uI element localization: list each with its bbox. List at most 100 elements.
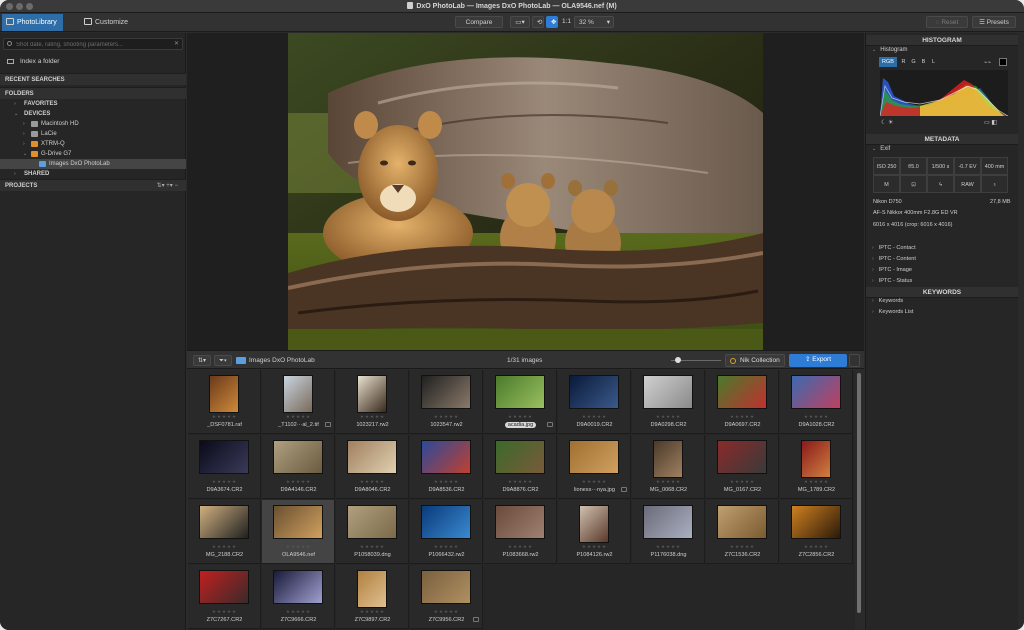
thumbnail-image[interactable]	[347, 505, 397, 539]
sort-button[interactable]: ⇅▾	[193, 355, 211, 366]
rating-stars[interactable]: ★★★★★	[632, 544, 705, 550]
thumbnail-image[interactable]	[717, 440, 767, 474]
zoom-select[interactable]: 32 % ▾	[574, 16, 614, 28]
thumbnail-item[interactable]: ★★★★★ D9A8876.CR2	[484, 435, 557, 499]
nik-collection-button[interactable]: Nik Collection	[725, 354, 785, 367]
thumbnail-item[interactable]: ★★★★★ MG_0068.CR2	[632, 435, 705, 499]
thumbnail-item[interactable]: ★★★★★ lioness···nya.jpg	[558, 435, 631, 499]
index-folder-button[interactable]: Index a folder	[0, 55, 186, 68]
rating-stars[interactable]: ★★★★★	[410, 479, 483, 485]
right-panel-scrollbar[interactable]	[1018, 33, 1024, 630]
thumbnail-image[interactable]	[569, 440, 619, 474]
rating-stars[interactable]: ★★★★★	[336, 479, 409, 485]
thumbnail-image[interactable]	[717, 375, 767, 409]
compare-button[interactable]: Compare	[455, 16, 503, 28]
rating-stars[interactable]: ★★★★★	[262, 609, 335, 615]
rating-stars[interactable]: ★★★★★	[632, 479, 705, 485]
iptc-content[interactable]: › IPTC - Content	[872, 254, 1012, 264]
thumbnail-item[interactable]: ★★★★★ P1066432.rw2	[410, 500, 483, 564]
thumbnail-image[interactable]	[421, 505, 471, 539]
thumbnail-item[interactable]: ★★★★★ Z7C1536.CR2	[706, 500, 779, 564]
thumbnail-item[interactable]: ★★★★★ acadia.jpg	[484, 370, 557, 434]
rating-stars[interactable]: ★★★★★	[188, 544, 261, 550]
thumbnail-item[interactable]: ★★★★★ D9A1028.CR2	[780, 370, 853, 434]
thumbnail-image[interactable]	[357, 570, 387, 608]
iptc-image[interactable]: › IPTC - Image	[872, 265, 1012, 275]
rating-stars[interactable]: ★★★★★	[484, 479, 557, 485]
thumbnail-image[interactable]	[209, 375, 239, 413]
metadata-header[interactable]: METADATA	[866, 134, 1018, 145]
histogram-header[interactable]: HISTOGRAM	[866, 35, 1018, 46]
tab-customize[interactable]: Customize	[80, 14, 134, 31]
rating-stars[interactable]: ★★★★★	[780, 414, 853, 420]
thumbnail-item[interactable]: ★★★★★ P1084126.rw2	[558, 500, 631, 564]
thumbnail-item[interactable]: ★★★★★ P1176038.dng	[632, 500, 705, 564]
thumbnail-item[interactable]: ★★★★★ _T1102···al_2.tif	[262, 370, 335, 434]
thumbnail-image[interactable]	[421, 440, 471, 474]
thumbnail-image[interactable]	[273, 505, 323, 539]
rating-stars[interactable]: ★★★★★	[410, 414, 483, 420]
tree-item[interactable]: ⌄ DEVICES	[0, 109, 186, 119]
rating-stars[interactable]: ★★★★★	[558, 414, 631, 420]
rating-stars[interactable]: ★★★★★	[336, 544, 409, 550]
filter-button[interactable]: ⏷▾	[214, 355, 232, 366]
thumbnail-item[interactable]: ★★★★★ Z7C9897.CR2	[336, 565, 409, 629]
thumbnail-item[interactable]: ★★★★★ MG_2188.CR2	[188, 500, 261, 564]
channel-rgb[interactable]: RGB	[879, 57, 897, 67]
rating-stars[interactable]: ★★★★★	[188, 479, 261, 485]
thumbnail-image[interactable]	[495, 440, 545, 474]
chevron-right-icon[interactable]: ›	[14, 169, 16, 179]
thumbnail-image[interactable]	[495, 375, 545, 409]
iptc-contact[interactable]: › IPTC - Contact	[872, 243, 1012, 253]
thumbnail-item[interactable]: ★★★★★ 1023217.rw2	[336, 370, 409, 434]
rating-stars[interactable]: ★★★★★	[780, 479, 853, 485]
thumbnail-image[interactable]	[283, 375, 313, 413]
rating-stars[interactable]: ★★★★★	[780, 544, 853, 550]
chevron-down-icon[interactable]: ⌄	[14, 109, 18, 119]
thumbnail-image[interactable]	[579, 505, 609, 543]
rating-stars[interactable]: ★★★★★	[706, 414, 779, 420]
thumbnail-image[interactable]	[357, 375, 387, 413]
view-mode-button[interactable]: ▭▾	[510, 16, 530, 28]
move-icon[interactable]: ✥	[546, 16, 558, 28]
thumbnail-image[interactable]	[653, 440, 683, 478]
thumbnail-image[interactable]	[643, 505, 693, 539]
presets-button[interactable]: ☰ Presets	[972, 16, 1016, 28]
rating-stars[interactable]: ★★★★★	[262, 479, 335, 485]
thumbnail-item[interactable]: ★★★★★ Z7C7267.CR2	[188, 565, 261, 629]
export-button[interactable]: ⇪ Export	[789, 354, 847, 367]
rating-stars[interactable]: ★★★★★	[706, 544, 779, 550]
tab-photolibrary[interactable]: PhotoLibrary	[2, 14, 63, 31]
channel-l[interactable]: L	[929, 57, 938, 67]
image-viewer[interactable]	[187, 33, 864, 350]
thumbnail-image[interactable]	[791, 375, 841, 409]
projects-header[interactable]: PROJECTS ⇅▾ +▾ −	[0, 179, 186, 191]
chevron-right-icon[interactable]: ›	[23, 129, 25, 139]
thumbnail-image[interactable]	[273, 440, 323, 474]
slider-knob[interactable]	[675, 357, 681, 363]
recent-searches-header[interactable]: RECENT SEARCHES	[0, 73, 186, 85]
tree-item[interactable]: › XTRM-Q	[0, 139, 186, 149]
shadow-clipping-swatch[interactable]	[999, 58, 1007, 66]
tree-item[interactable]: ⌄ G-Drive G7	[0, 149, 186, 159]
channel-b[interactable]: B	[919, 57, 928, 67]
scrollbar-thumb[interactable]	[857, 373, 861, 613]
thumbnail-size-slider[interactable]	[671, 357, 721, 363]
tree-item[interactable]: › FAVORITES	[0, 99, 186, 109]
zoom-1to1-button[interactable]: 1:1	[558, 16, 572, 28]
thumbnail-image[interactable]	[569, 375, 619, 409]
grid-scrollbar[interactable]	[855, 370, 864, 630]
histogram-subsection[interactable]: ⌄ Histogram	[872, 47, 908, 53]
thumbnail-image[interactable]	[199, 505, 249, 539]
rating-stars[interactable]: ★★★★★	[336, 609, 409, 615]
share-icon[interactable]	[849, 354, 860, 367]
thumbnail-image[interactable]	[199, 570, 249, 604]
thumbnail-item[interactable]: ★★★★★ D9A3674.CR2	[188, 435, 261, 499]
thumbnail-item[interactable]: ★★★★★ OLA9546.nef	[262, 500, 335, 564]
rating-stars[interactable]: ★★★★★	[558, 544, 631, 550]
thumbnail-item[interactable]: ★★★★★ Z7C9666.CR2	[262, 565, 335, 629]
chevron-right-icon[interactable]: ›	[14, 99, 16, 109]
thumbnail-item[interactable]: ★★★★★ D9A0697.CR2	[706, 370, 779, 434]
chevron-down-icon[interactable]: ⌄	[23, 149, 27, 159]
thumbnail-image[interactable]	[421, 570, 471, 604]
